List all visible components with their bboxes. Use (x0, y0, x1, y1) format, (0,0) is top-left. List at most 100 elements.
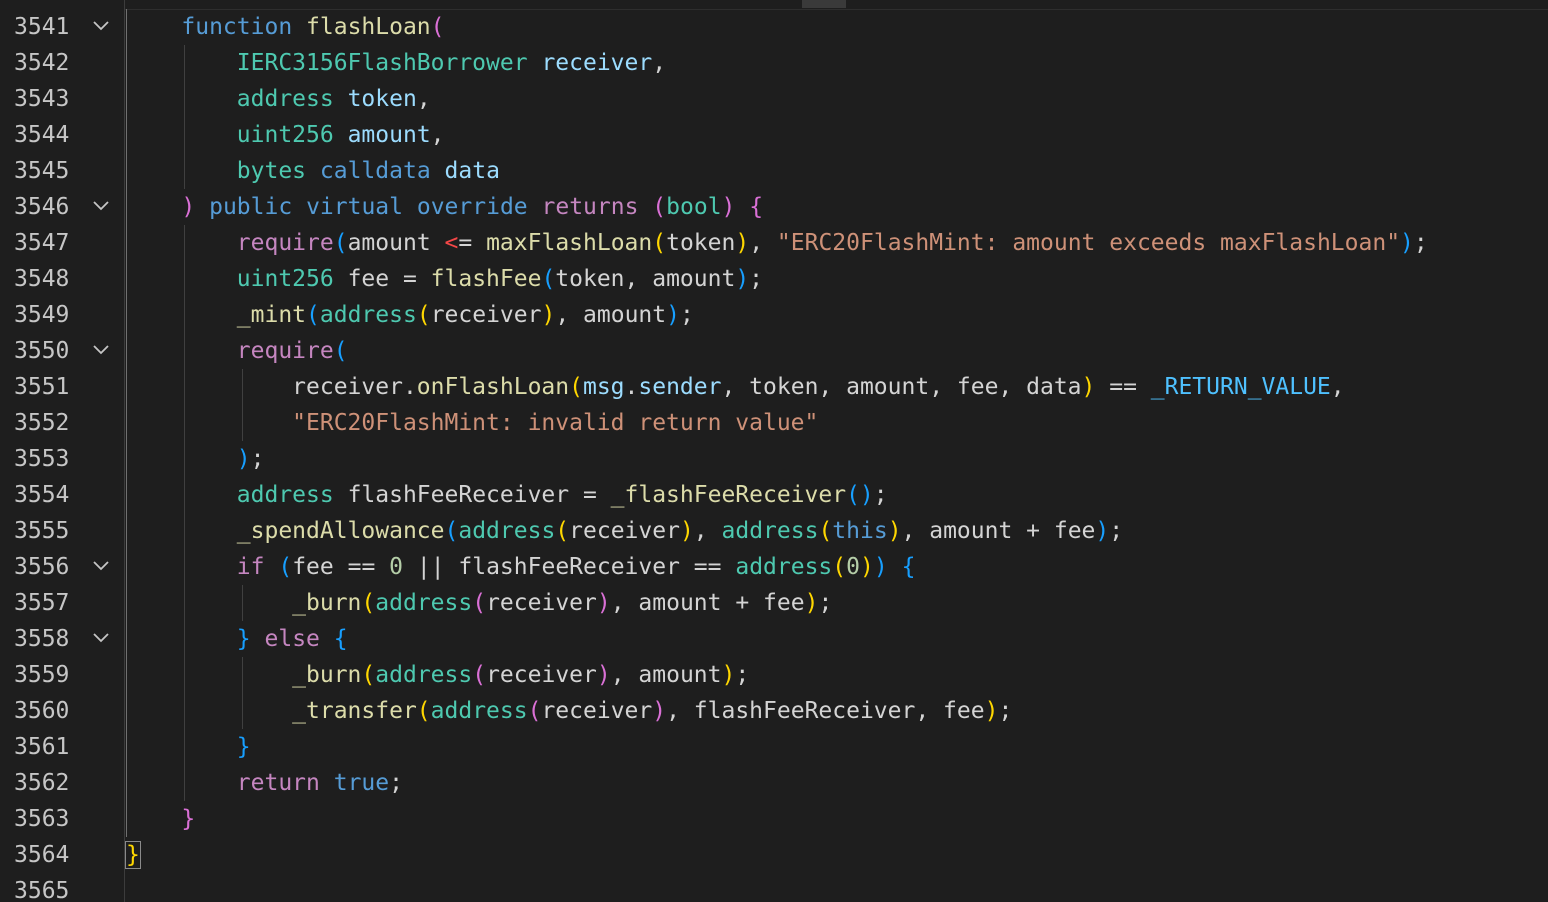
code-token: ( (818, 518, 833, 544)
code-text[interactable]: } (125, 837, 141, 873)
code-text[interactable]: _burn(address(receiver), amount + fee); (126, 585, 832, 621)
code-token: amount (347, 230, 445, 256)
code-text[interactable]: IERC3156FlashBorrower receiver, (126, 45, 666, 81)
line-number: 3550 (14, 338, 70, 364)
code-text[interactable]: receiver.onFlashLoan(msg.sender, token, … (126, 369, 1344, 405)
code-text[interactable]: require( (126, 333, 348, 369)
code-token: ; (1413, 230, 1428, 256)
code-token: ; (735, 662, 750, 688)
code-text[interactable]: if (fee == 0 || flashFeeReceiver == addr… (126, 549, 916, 585)
code-editor[interactable]: 3541 function flashLoan(3542 IERC3156Fla… (0, 0, 1548, 902)
code-token: , amount + fee (610, 590, 805, 616)
code-text[interactable]: } else { (126, 621, 348, 657)
code-text[interactable]: _transfer(address(receiver), flashFeeRec… (126, 693, 1012, 729)
code-token: uint256 (236, 122, 334, 148)
code-line[interactable]: 3564} (0, 837, 1548, 873)
line-number: 3554 (14, 482, 70, 508)
scrollbar-marker[interactable] (802, 0, 846, 8)
code-line[interactable]: 3546 ) public virtual override returns (… (0, 189, 1548, 225)
code-line[interactable]: 3542 IERC3156FlashBorrower receiver, (0, 45, 1548, 81)
line-number: 3546 (14, 194, 70, 220)
code-line[interactable]: 3543 address token, (0, 81, 1548, 117)
code-line[interactable]: 3549 _mint(address(receiver), amount); (0, 297, 1548, 333)
code-line[interactable]: 3563 } (0, 801, 1548, 837)
chevron-down-icon[interactable] (90, 621, 114, 657)
line-number: 3541 (14, 14, 70, 40)
code-token: ) (181, 194, 196, 220)
code-line[interactable]: 3545 bytes calldata data (0, 153, 1548, 189)
code-token: "ERC20FlashMint: invalid return value" (292, 410, 819, 436)
code-text[interactable]: _spendAllowance(address(receiver), addre… (126, 513, 1123, 549)
code-text[interactable]: _mint(address(receiver), amount); (126, 297, 694, 333)
code-line[interactable]: 3556 if (fee == 0 || flashFeeReceiver ==… (0, 549, 1548, 585)
code-line[interactable]: 3548 uint256 fee = flashFee(token, amoun… (0, 261, 1548, 297)
code-token: ; (818, 590, 833, 616)
code-token: return (236, 770, 320, 796)
chevron-down-icon[interactable] (90, 333, 114, 369)
code-text[interactable]: return true; (126, 765, 403, 801)
code-token: receiver (486, 590, 597, 616)
code-token: , amount + fee (901, 518, 1096, 544)
line-number: 3560 (14, 698, 70, 724)
code-line[interactable]: 3554 address flashFeeReceiver = _flashFe… (0, 477, 1548, 513)
code-line[interactable]: 3541 function flashLoan( (0, 9, 1548, 45)
code-text[interactable]: ) public virtual override returns (bool)… (126, 189, 763, 225)
code-line[interactable]: 3565 (0, 873, 1548, 902)
code-text[interactable]: } (126, 801, 195, 837)
code-text[interactable]: function flashLoan( (126, 9, 444, 45)
code-token: ; (1109, 518, 1124, 544)
code-line[interactable]: 3558 } else { (0, 621, 1548, 657)
code-text[interactable]: bytes calldata data (126, 153, 500, 189)
line-number: 3543 (14, 86, 70, 112)
code-token: token, amount (555, 266, 736, 292)
code-token: data (444, 158, 500, 184)
code-line[interactable]: 3562 return true; (0, 765, 1548, 801)
code-token: ( (306, 302, 320, 328)
code-text[interactable]: address flashFeeReceiver = _flashFeeRece… (126, 477, 888, 513)
code-token: ( (527, 698, 542, 724)
chevron-down-icon[interactable] (90, 189, 114, 225)
code-text[interactable]: } (126, 729, 251, 765)
code-line[interactable]: 3559 _burn(address(receiver), amount); (0, 657, 1548, 693)
code-line[interactable]: 3544 uint256 amount, (0, 117, 1548, 153)
line-number: 3549 (14, 302, 70, 328)
code-text[interactable]: _burn(address(receiver), amount); (126, 657, 749, 693)
code-token: address (430, 698, 528, 724)
code-line[interactable]: 3547 require(amount <= maxFlashLoan(toke… (0, 225, 1548, 261)
code-token: } (236, 734, 251, 760)
code-line[interactable]: 3553 ); (0, 441, 1548, 477)
code-token: ) (735, 266, 750, 292)
code-text[interactable]: "ERC20FlashMint: invalid return value" (126, 405, 818, 441)
code-line[interactable]: 3560 _transfer(address(receiver), flashF… (0, 693, 1548, 729)
code-token: function (181, 14, 293, 40)
chevron-down-icon[interactable] (90, 549, 114, 585)
code-line[interactable]: 3557 _burn(address(receiver), amount + f… (0, 585, 1548, 621)
line-number: 3561 (14, 734, 70, 760)
code-token: ) (652, 698, 667, 724)
code-text[interactable]: require(amount <= maxFlashLoan(token), "… (126, 225, 1428, 261)
code-token: address (375, 662, 473, 688)
code-token: require (236, 338, 334, 364)
code-line[interactable]: 3551 receiver.onFlashLoan(msg.sender, to… (0, 369, 1548, 405)
code-line[interactable]: 3555 _spendAllowance(address(receiver), … (0, 513, 1548, 549)
code-text[interactable]: uint256 fee = flashFee(token, amount); (126, 261, 763, 297)
code-token: token (347, 86, 417, 112)
code-token: ( (569, 374, 583, 400)
chevron-down-icon[interactable] (90, 9, 114, 45)
code-text[interactable]: uint256 amount, (126, 117, 445, 153)
code-line[interactable]: 3561 } (0, 729, 1548, 765)
code-token: ( (278, 554, 293, 580)
code-token: onFlashLoan (416, 374, 570, 400)
code-line[interactable]: 3552 "ERC20FlashMint: invalid return val… (0, 405, 1548, 441)
code-text[interactable]: address token, (126, 81, 431, 117)
code-line[interactable]: 3550 require( (0, 333, 1548, 369)
code-token: true (333, 770, 390, 796)
code-token: uint256 (236, 266, 334, 292)
code-text[interactable]: ); (126, 441, 265, 477)
